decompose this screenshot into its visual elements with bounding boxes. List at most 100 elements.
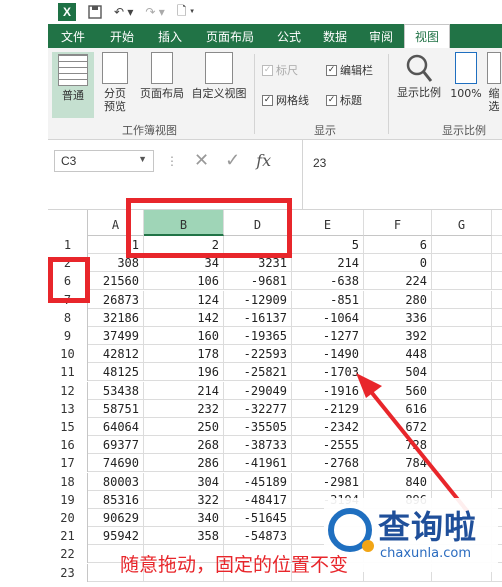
cell-b[interactable]: 214	[144, 381, 224, 400]
select-all-corner[interactable]	[48, 210, 88, 236]
tab-view[interactable]: 视图	[404, 24, 450, 48]
redo-icon[interactable]: ↷ ▾	[145, 5, 164, 19]
enter-icon[interactable]: ✓	[225, 150, 240, 171]
cell-a[interactable]: 64064	[88, 418, 144, 436]
cell-e[interactable]: -1064	[292, 308, 364, 327]
cell-e[interactable]: -1277	[292, 327, 364, 345]
tab-file[interactable]: 文件	[48, 24, 98, 48]
cell-b[interactable]: 232	[144, 399, 224, 418]
cell-b[interactable]: 322	[144, 490, 224, 509]
cell-f[interactable]: 672	[364, 418, 432, 436]
cell-e[interactable]: -1490	[292, 345, 364, 364]
cell-b[interactable]: 286	[144, 454, 224, 473]
column-header-e[interactable]: E	[292, 210, 364, 236]
insert-function-icon[interactable]: fx	[256, 151, 271, 170]
cell-e[interactable]: -1703	[292, 363, 364, 382]
cell-g[interactable]	[432, 290, 492, 309]
cell-b[interactable]: 340	[144, 509, 224, 527]
cell-b[interactable]: 268	[144, 436, 224, 455]
page-layout-view-button[interactable]: 页面布局	[136, 52, 188, 100]
tab-insert[interactable]: 插入	[146, 24, 194, 48]
cell-b[interactable]: 160	[144, 327, 224, 345]
tab-page-layout[interactable]: 页面布局	[194, 24, 266, 48]
cell-b[interactable]: 196	[144, 363, 224, 382]
cell-f[interactable]: 784	[364, 454, 432, 473]
row-header[interactable]: 21	[48, 527, 88, 546]
row-header[interactable]: 1	[48, 236, 88, 254]
cell-g[interactable]	[432, 363, 492, 382]
cell-e[interactable]: -638	[292, 272, 364, 291]
row-header[interactable]: 19	[48, 490, 88, 509]
cell-d[interactable]: -48417	[224, 490, 292, 509]
gridlines-checkbox[interactable]: ✓ 网格线	[262, 92, 309, 108]
cell-d[interactable]: -22593	[224, 345, 292, 364]
cell-g[interactable]	[432, 345, 492, 364]
cell-e[interactable]: 214	[292, 254, 364, 273]
zoom-selection-button[interactable]: 缩 选	[486, 52, 502, 113]
cell-d[interactable]: -51645	[224, 509, 292, 527]
cell-b[interactable]: 304	[144, 472, 224, 491]
tab-formulas[interactable]: 公式	[266, 24, 312, 48]
cell-f[interactable]: 336	[364, 308, 432, 327]
cell-a[interactable]: 48125	[88, 363, 144, 382]
cell-d[interactable]: -38733	[224, 436, 292, 455]
cell-a[interactable]: 90629	[88, 509, 144, 527]
row-header[interactable]: 16	[48, 436, 88, 455]
cell-f[interactable]: 6	[364, 236, 432, 254]
row-header[interactable]: 8	[48, 308, 88, 327]
cell-g[interactable]	[432, 254, 492, 273]
row-header[interactable]: 10	[48, 345, 88, 364]
cell-g[interactable]	[432, 436, 492, 455]
row-header[interactable]: 20	[48, 509, 88, 527]
cell-a[interactable]: 21560	[88, 272, 144, 291]
normal-view-button[interactable]: 普通	[52, 52, 94, 118]
row-header[interactable]: 12	[48, 381, 88, 400]
cell-d[interactable]: -16137	[224, 308, 292, 327]
cell-e[interactable]: -851	[292, 290, 364, 309]
column-header-g[interactable]: G	[432, 210, 492, 236]
cell-e[interactable]: -2768	[292, 454, 364, 473]
cell-d[interactable]: -25821	[224, 363, 292, 382]
cell-f[interactable]: 728	[364, 436, 432, 455]
row-header[interactable]: 15	[48, 418, 88, 436]
cell-b[interactable]: 250	[144, 418, 224, 436]
cell-d[interactable]: -54873	[224, 527, 292, 546]
cell-d[interactable]: -35505	[224, 418, 292, 436]
cell-a[interactable]: 32186	[88, 308, 144, 327]
cell-a[interactable]: 58751	[88, 399, 144, 418]
cell-e[interactable]: -2342	[292, 418, 364, 436]
cell-b[interactable]: 178	[144, 345, 224, 364]
cell-d[interactable]: -41961	[224, 454, 292, 473]
cell-d[interactable]: -19365	[224, 327, 292, 345]
cell-a[interactable]: 74690	[88, 454, 144, 473]
cell-g[interactable]	[432, 272, 492, 291]
cell-b[interactable]: 124	[144, 290, 224, 309]
cell-e[interactable]: -2981	[292, 472, 364, 491]
formula-bar-checkbox[interactable]: ✓ 编辑栏	[326, 62, 373, 78]
custom-view-button[interactable]: 自定义视图	[188, 52, 250, 100]
row-header[interactable]: 22	[48, 545, 88, 564]
row-header[interactable]: 23	[48, 563, 88, 582]
cell-a[interactable]: 85316	[88, 490, 144, 509]
cell-g[interactable]	[432, 399, 492, 418]
cell-g[interactable]	[432, 472, 492, 491]
cell-g[interactable]	[432, 236, 492, 254]
zoom-button[interactable]: 显示比例	[394, 52, 444, 99]
row-header[interactable]: 9	[48, 327, 88, 345]
cancel-icon[interactable]: ✕	[194, 150, 209, 171]
formula-input[interactable]: 23	[302, 140, 502, 210]
cell-d[interactable]: -32277	[224, 399, 292, 418]
print-preview-icon[interactable]: 🗋 ▾	[177, 2, 194, 23]
cell-b[interactable]: 106	[144, 272, 224, 291]
cell-a[interactable]: 95942	[88, 527, 144, 546]
row-header[interactable]: 18	[48, 472, 88, 491]
cell-f[interactable]: 0	[364, 254, 432, 273]
row-header[interactable]: 13	[48, 399, 88, 418]
cell-e[interactable]: -2555	[292, 436, 364, 455]
cell-a[interactable]: 37499	[88, 327, 144, 345]
cell-f[interactable]: 616	[364, 399, 432, 418]
cell-d[interactable]: -12909	[224, 290, 292, 309]
tab-data[interactable]: 数据	[312, 24, 358, 48]
cell-a[interactable]: 69377	[88, 436, 144, 455]
ruler-checkbox[interactable]: ✓ 标尺	[262, 62, 298, 78]
